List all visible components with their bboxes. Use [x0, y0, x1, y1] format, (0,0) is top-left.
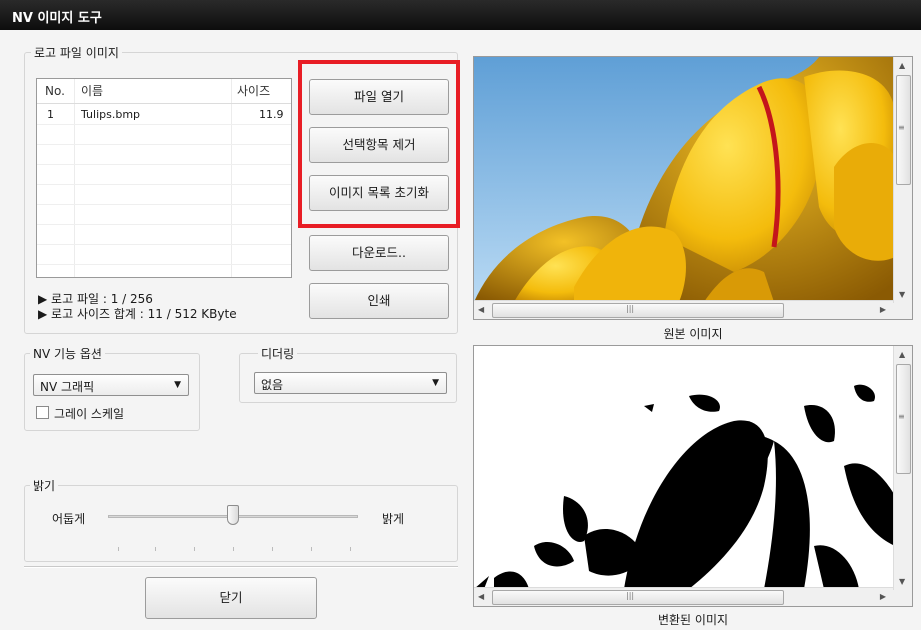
empty-row — [37, 125, 291, 145]
scroll-down-arrow-icon[interactable]: ▼ — [899, 577, 905, 586]
size-total-text: ▶ 로고 사이즈 합계 : 11 / 512 KByte — [38, 307, 237, 321]
col-header-size[interactable]: 사이즈 — [237, 79, 270, 103]
converted-horizontal-scrollbar[interactable]: ◀ ||| ▶ — [474, 587, 912, 606]
col-header-no[interactable]: No. — [45, 79, 65, 103]
nv-function-select[interactable]: NV 그래픽 ▼ — [33, 374, 189, 396]
slider-tick — [233, 547, 234, 551]
dither-label: 디더링 — [258, 345, 298, 362]
col-header-name[interactable]: 이름 — [81, 79, 103, 103]
dither-select-value: 없음 — [261, 378, 284, 392]
slider-tick — [194, 547, 195, 551]
scroll-right-arrow-icon[interactable]: ▶ — [880, 305, 886, 314]
title-bar: NV 이미지 도구 — [0, 0, 921, 30]
chevron-down-icon: ▼ — [432, 378, 439, 388]
chevron-down-icon: ▼ — [174, 380, 181, 390]
empty-row — [37, 165, 291, 185]
logo-file-list[interactable]: No. 이름 사이즈 1 Tulips.bmp 11.9 — [36, 78, 292, 278]
close-button[interactable]: 닫기 — [145, 577, 317, 619]
table-row[interactable]: 1 Tulips.bmp 11.9 — [37, 105, 291, 125]
original-image-caption: 원본 이미지 — [663, 327, 723, 341]
empty-row — [37, 185, 291, 205]
highlight-box — [298, 60, 460, 228]
grayscale-label: 그레이 스케일 — [54, 407, 125, 421]
grayscale-checkbox[interactable] — [36, 406, 49, 419]
original-image-panel: ◀ ||| ▶ ▲ ≡ ▼ — [473, 56, 913, 320]
row-name: Tulips.bmp — [81, 108, 141, 121]
download-button[interactable]: 다운로드.. — [309, 235, 449, 271]
grip-icon: ≡ — [898, 123, 905, 132]
row-no: 1 — [47, 108, 54, 121]
slider-tick — [155, 547, 156, 551]
slider-tick — [118, 547, 119, 551]
empty-row — [37, 225, 291, 245]
scroll-left-arrow-icon[interactable]: ◀ — [478, 305, 484, 314]
grip-icon: ||| — [626, 304, 635, 313]
dark-label: 어둡게 — [52, 512, 86, 526]
original-vertical-scrollbar[interactable]: ▲ ≡ ▼ — [893, 57, 912, 303]
logo-info: ▶ 로고 파일 : 1 / 256 ▶ 로고 사이즈 합계 : 11 / 512… — [38, 292, 237, 322]
scroll-left-arrow-icon[interactable]: ◀ — [478, 592, 484, 601]
empty-row — [37, 245, 291, 265]
window-title: NV 이미지 도구 — [12, 11, 102, 26]
bright-label: 밝게 — [382, 512, 405, 526]
row-size: 11.9 — [259, 108, 284, 121]
grip-icon: ||| — [626, 591, 635, 600]
slider-tick — [272, 547, 273, 551]
empty-row — [37, 205, 291, 225]
file-count-text: ▶ 로고 파일 : 1 / 256 — [38, 292, 153, 306]
scroll-right-arrow-icon[interactable]: ▶ — [880, 592, 886, 601]
converted-image-caption: 변환된 이미지 — [657, 613, 729, 627]
header-divider — [37, 103, 291, 104]
converted-vertical-scrollbar[interactable]: ▲ ≡ ▼ — [893, 346, 912, 590]
logo-group-label: 로고 파일 이미지 — [31, 44, 122, 61]
horizontal-scroll-thumb[interactable] — [492, 590, 784, 605]
nv-select-value: NV 그래픽 — [40, 380, 95, 394]
empty-row — [37, 145, 291, 165]
slider-tick — [350, 547, 351, 551]
converted-image-panel: ◀ ||| ▶ ▲ ≡ ▼ — [473, 345, 913, 607]
horizontal-scroll-thumb[interactable] — [492, 303, 784, 318]
converted-dithered-image — [474, 346, 895, 589]
bottom-divider — [24, 566, 458, 568]
scroll-up-arrow-icon[interactable]: ▲ — [899, 350, 905, 359]
nv-options-label: NV 기능 옵션 — [30, 345, 105, 362]
print-button[interactable]: 인쇄 — [309, 283, 449, 319]
brightness-slider-thumb[interactable] — [227, 505, 239, 525]
brightness-label: 밝기 — [30, 477, 59, 494]
scroll-up-arrow-icon[interactable]: ▲ — [899, 61, 905, 70]
original-horizontal-scrollbar[interactable]: ◀ ||| ▶ — [474, 300, 912, 319]
original-tulip-image — [474, 57, 895, 302]
scroll-down-arrow-icon[interactable]: ▼ — [899, 290, 905, 299]
dither-select[interactable]: 없음 ▼ — [254, 372, 447, 394]
grip-icon: ≡ — [898, 412, 905, 421]
slider-tick — [311, 547, 312, 551]
